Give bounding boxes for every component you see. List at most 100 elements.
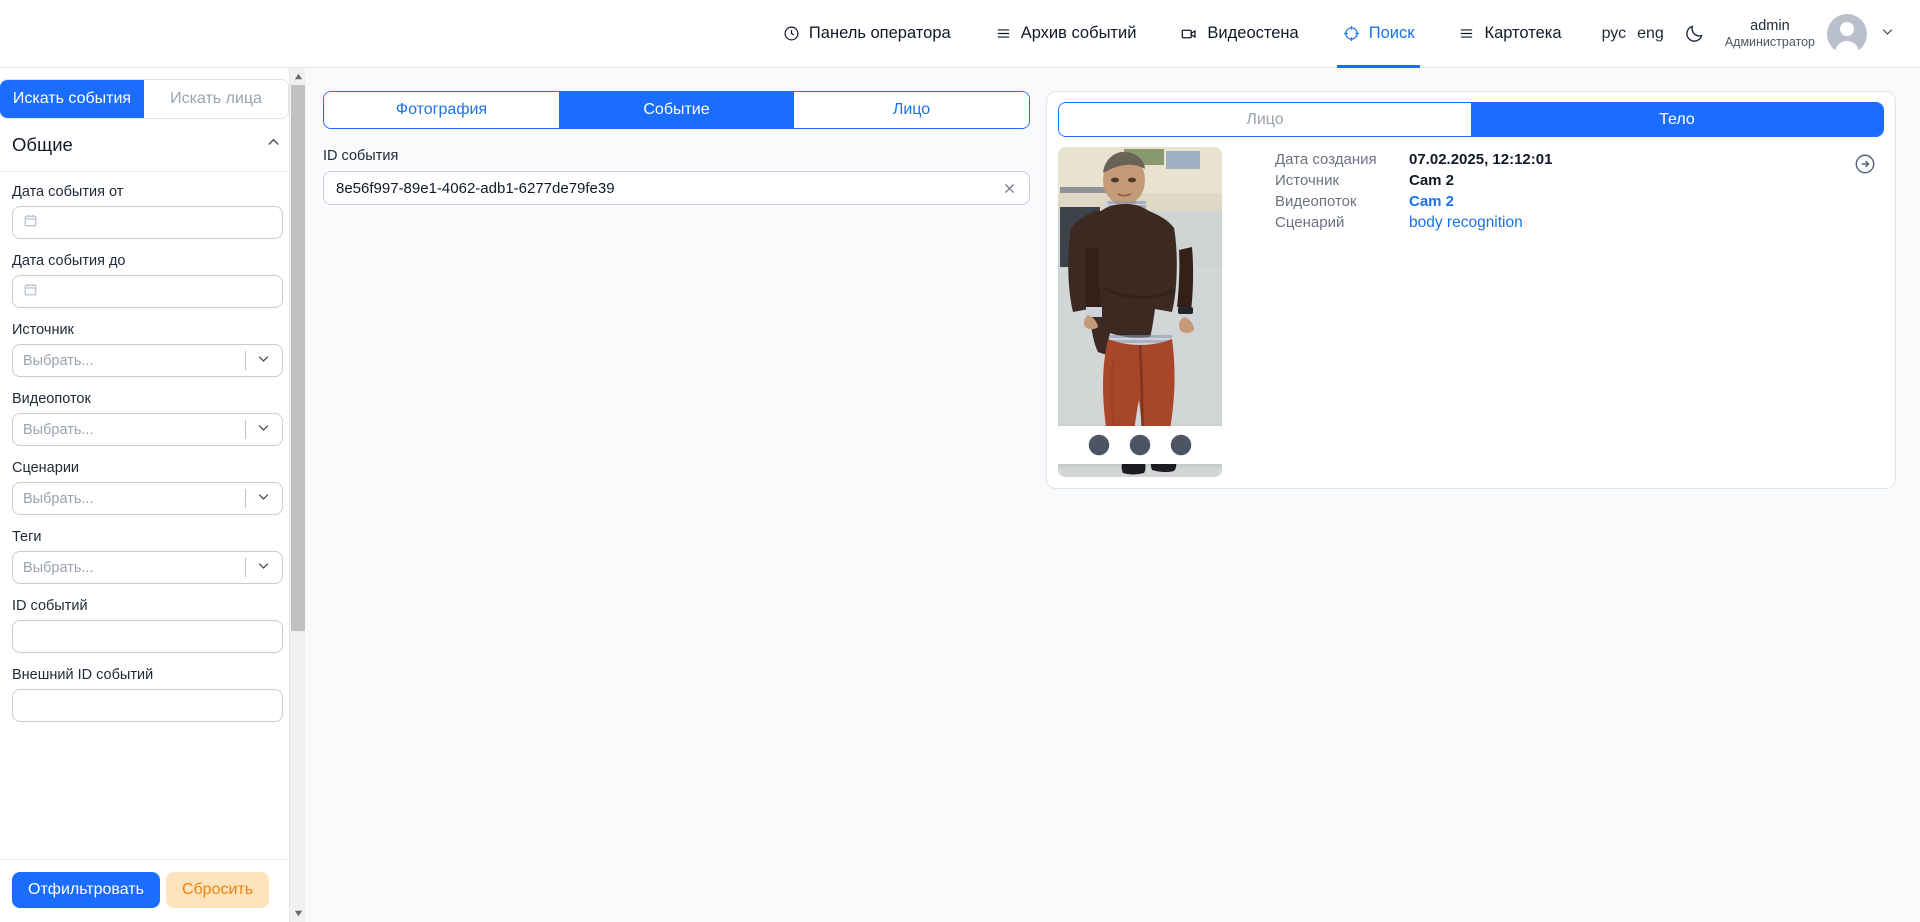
date-to-input[interactable] [12, 275, 283, 308]
page-scrollbar[interactable] [1911, 68, 1920, 922]
chevron-down-icon[interactable] [255, 557, 272, 578]
meta-key: Сценарий [1275, 214, 1392, 232]
source-select[interactable]: Выбрать... [12, 344, 283, 377]
search-mode-tabs: Фотография Событие Лицо [323, 91, 1030, 129]
tab-photo[interactable]: Фотография [324, 92, 559, 128]
chevron-down-icon[interactable] [255, 419, 272, 440]
nav-item-label: Картотека [1484, 25, 1561, 42]
filter-button[interactable]: Отфильтровать [12, 872, 160, 908]
filter-event-ids: ID событий [12, 598, 283, 653]
moon-icon[interactable] [1684, 23, 1705, 44]
filters-list: Дата события от Дата события до [0, 172, 305, 746]
event-ids-input[interactable] [12, 620, 283, 653]
calendar-icon [23, 282, 38, 301]
reset-button[interactable]: Сбросить [166, 872, 269, 908]
event-id-input[interactable]: 8e56f997-89e1-4062-adb1-6277de79fe39 [323, 171, 1030, 205]
meta-value-videostream-link[interactable]: Cam 2 [1409, 193, 1854, 210]
divider [245, 351, 246, 370]
sidebar-scrollbar[interactable] [289, 68, 305, 922]
result-thumbnail[interactable] [1058, 147, 1222, 477]
event-id-value: 8e56f997-89e1-4062-adb1-6277de79fe39 [336, 180, 994, 197]
clock-icon [783, 25, 800, 42]
result-metadata: Дата создания 07.02.2025, 12:12:01 Источ… [1222, 147, 1854, 232]
nav-item-label: Поиск [1369, 25, 1415, 42]
user-name: admin [1725, 17, 1815, 35]
search-results-panel: Лицо Тело [1046, 91, 1896, 922]
result-card: Лицо Тело [1046, 91, 1896, 489]
nav-item-operator-panel[interactable]: Панель оператора [761, 0, 973, 68]
tab-event[interactable]: Событие [559, 92, 794, 128]
tab-face[interactable]: Лицо [794, 92, 1029, 128]
scenarios-select[interactable]: Выбрать... [12, 482, 283, 515]
main-nav: Панель оператора Архив событий Видеостен… [761, 0, 1584, 68]
user-info: admin Администратор [1725, 17, 1815, 51]
sidebar-tab-search-events[interactable]: Искать события [0, 80, 144, 118]
filters-actions: Отфильтровать Сбросить [0, 859, 288, 922]
list-icon [995, 25, 1012, 42]
event-id-field: ID события 8e56f997-89e1-4062-adb1-6277d… [323, 148, 1030, 205]
filter-label: Сценарии [12, 460, 283, 476]
result-tab-face[interactable]: Лицо [1059, 103, 1471, 136]
chevron-down-icon[interactable] [255, 488, 272, 509]
meta-key: Видеопоток [1275, 193, 1392, 210]
search-target-icon [1343, 25, 1360, 42]
thumbnail-toolbar [1058, 426, 1222, 464]
chevron-up-icon[interactable] [264, 133, 283, 157]
filters-sidebar-inner: Искать события Искать лица Общие Дата со… [0, 68, 305, 922]
select-placeholder: Выбрать... [23, 353, 94, 369]
meta-value-scenario-link[interactable]: body recognition [1409, 214, 1854, 232]
filter-source: Источник Выбрать... [12, 322, 283, 377]
event-id-label: ID события [323, 148, 1030, 164]
filter-label: Дата события до [12, 253, 283, 269]
calendar-icon [23, 213, 38, 232]
video-camera-icon [1180, 25, 1198, 43]
search-query-panel: Фотография Событие Лицо ID события 8e56f… [323, 91, 1030, 922]
divider [245, 420, 246, 439]
nav-item-search[interactable]: Поиск [1321, 0, 1437, 68]
select-affordance [245, 557, 282, 578]
meta-value-created-at: 07.02.2025, 12:12:01 [1409, 151, 1854, 168]
nav-item-videowall[interactable]: Видеостена [1158, 0, 1320, 68]
language-switcher: рус eng [1602, 25, 1664, 43]
chevron-down-icon[interactable] [1879, 23, 1896, 45]
filter-label: ID событий [12, 598, 283, 614]
nav-item-label: Панель оператора [809, 25, 951, 42]
result-card-body: Дата создания 07.02.2025, 12:12:01 Источ… [1058, 147, 1884, 477]
videostream-select[interactable]: Выбрать... [12, 413, 283, 446]
sidebar-tab-search-faces[interactable]: Искать лица [144, 80, 288, 118]
filter-scenarios: Сценарии Выбрать... [12, 460, 283, 515]
scrollbar-thumb[interactable] [291, 85, 305, 631]
main-content: Фотография Событие Лицо ID события 8e56f… [306, 68, 1920, 922]
user-role: Администратор [1725, 35, 1815, 51]
chevron-down-icon[interactable] [255, 350, 272, 371]
filter-label: Внешний ID событий [12, 667, 283, 683]
meta-value-source: Cam 2 [1409, 172, 1854, 189]
select-placeholder: Выбрать... [23, 422, 94, 438]
filter-label: Источник [12, 322, 283, 338]
tags-select[interactable]: Выбрать... [12, 551, 283, 584]
user-menu[interactable]: admin Администратор [1725, 14, 1896, 54]
arrow-right-circle-icon[interactable] [1854, 153, 1876, 175]
scrollbar-down-arrow-icon[interactable] [290, 905, 305, 922]
ellipsis-icon[interactable] [1058, 280, 1222, 477]
nav-item-event-archive[interactable]: Архив событий [973, 0, 1159, 68]
filter-label: Теги [12, 529, 283, 545]
date-from-input[interactable] [12, 206, 283, 239]
filter-videostream: Видеопоток Выбрать... [12, 391, 283, 446]
result-tab-body[interactable]: Тело [1471, 103, 1883, 136]
external-event-ids-input[interactable] [12, 689, 283, 722]
lang-option-ru[interactable]: рус [1602, 25, 1627, 43]
meta-key: Дата создания [1275, 151, 1392, 168]
filter-tags: Теги Выбрать... [12, 529, 283, 584]
filters-section-title: Общие [12, 134, 73, 156]
nav-item-cardfile[interactable]: Картотека [1436, 0, 1583, 68]
select-placeholder: Выбрать... [23, 560, 94, 576]
list-icon [1458, 25, 1475, 42]
nav-item-label: Видеостена [1207, 25, 1298, 42]
select-placeholder: Выбрать... [23, 491, 94, 507]
filters-section-header[interactable]: Общие [0, 119, 305, 172]
lang-option-en[interactable]: eng [1637, 25, 1664, 43]
filter-label: Видеопоток [12, 391, 283, 407]
close-icon[interactable] [994, 181, 1017, 196]
scrollbar-up-arrow-icon[interactable] [290, 68, 305, 85]
